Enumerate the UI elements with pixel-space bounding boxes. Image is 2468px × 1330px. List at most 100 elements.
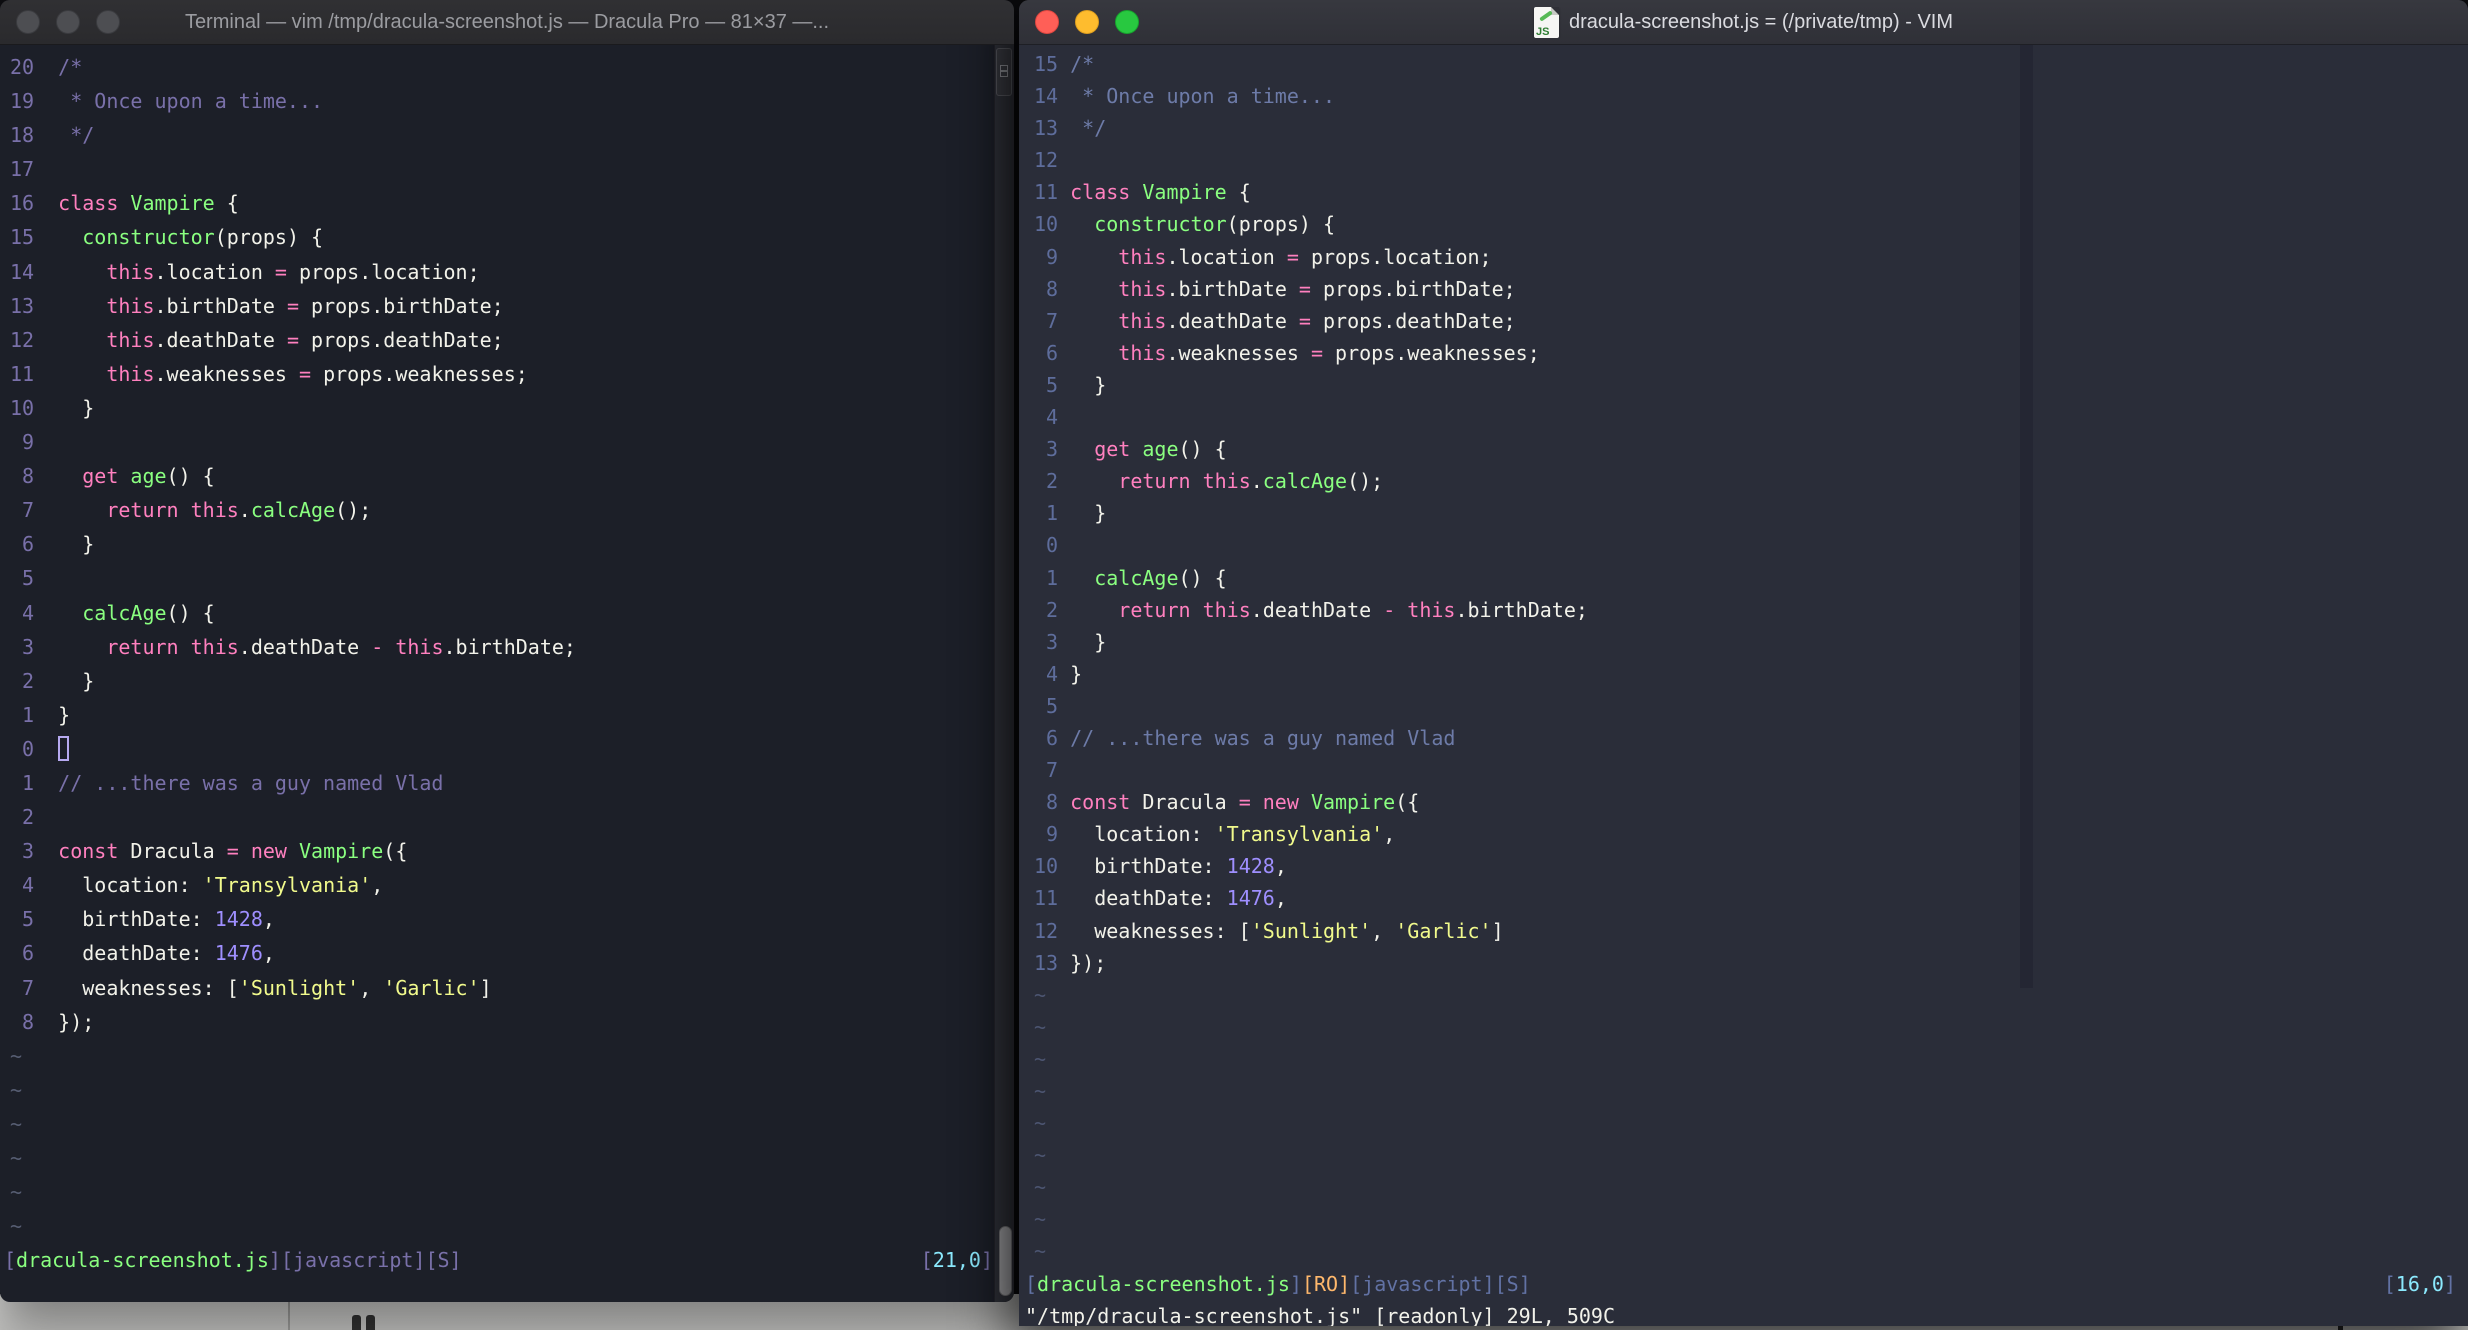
terminal-scrollbar-track[interactable] — [994, 44, 1014, 1302]
empty-line-tilde: ~ — [1019, 1139, 2468, 1171]
line-number: 5 — [1034, 693, 1059, 718]
line-number: 5 — [10, 566, 35, 591]
cursor-position-ruler: [16,0] — [2384, 1268, 2456, 1300]
empty-line-tilde: ~ — [0, 1073, 995, 1107]
split-pane-button[interactable] — [996, 48, 1012, 96]
code-segment: return this — [1118, 469, 1251, 494]
code-line: 5 } — [1019, 369, 2468, 401]
code-line: 6 this.weaknesses = props.weaknesses; — [1019, 337, 2468, 369]
tilde-marker: ~ — [1034, 1046, 1047, 1071]
macvim-titlebar[interactable]: JS dracula-screenshot.js = (/private/tmp… — [1019, 0, 2468, 45]
vim-cursor — [58, 735, 70, 761]
zoom-button[interactable] — [1115, 10, 1139, 34]
minimize-button[interactable] — [1075, 10, 1099, 34]
code-line: 2 return this.calcAge(); — [1019, 465, 2468, 497]
line-number: 4 — [10, 600, 35, 625]
code-segment: Vampire — [1310, 790, 1396, 815]
close-button[interactable] — [1035, 10, 1059, 34]
code-segment: birthDate: — [1070, 854, 1227, 879]
code-segment: .location — [154, 259, 275, 284]
code-segment: // ...there was a guy named Vlad — [58, 770, 444, 795]
code-segment: 'Transylvania' — [202, 873, 372, 898]
code-line: 9 — [0, 425, 995, 459]
close-button[interactable] — [16, 10, 40, 34]
line-number: 1 — [10, 770, 35, 795]
code-segment: age — [1142, 437, 1179, 462]
code-segment: 'Sunlight' — [1250, 918, 1372, 943]
empty-line-tilde: ~ — [0, 1107, 995, 1141]
empty-line-tilde: ~ — [0, 1039, 995, 1073]
code-line: 16 class Vampire { — [0, 186, 995, 220]
code-segment: */ — [1070, 116, 1107, 141]
code-segment: ] — [2443, 1271, 2456, 1296]
code-segment: props.weaknesses; — [311, 361, 528, 386]
code-segment: Vampire — [130, 191, 215, 216]
zoom-button[interactable] — [96, 10, 120, 34]
code-line: 4 location: 'Transylvania', — [0, 868, 995, 902]
code-segment: props.deathDate; — [1310, 308, 1516, 333]
code-segment: () { — [1178, 565, 1227, 590]
code-segment: ({ — [1395, 790, 1420, 815]
minimize-button[interactable] — [56, 10, 80, 34]
terminal-titlebar[interactable]: Terminal — vim /tmp/dracula-screenshot.j… — [0, 0, 1014, 45]
code-segment: this — [395, 634, 444, 659]
code-line: 11 this.weaknesses = props.weaknesses; — [0, 357, 995, 391]
code-segment: weaknesses: [ — [1070, 918, 1251, 943]
code-segment: } — [58, 395, 95, 420]
line-number: 1 — [1034, 501, 1059, 526]
vim-text-area[interactable]: 15/* 14 * Once upon a time... 13 */12 11 cla… — [1019, 44, 2468, 1326]
code-segment: ] — [1289, 1271, 1302, 1296]
code-segment: - — [1383, 597, 1396, 622]
code-line: 15 /* — [1019, 48, 2468, 80]
code-line: 6 // ...there was a guy named Vlad — [1019, 722, 2468, 754]
code-segment: ] — [1491, 918, 1504, 943]
code-segment: age — [130, 464, 167, 489]
code-segment: = — [1298, 276, 1311, 301]
code-segment: } — [58, 702, 71, 727]
code-segment: props.birthDate; — [1310, 276, 1516, 301]
code-line: 4 — [1019, 401, 2468, 433]
code-segment: ] — [980, 1248, 993, 1273]
traffic-lights — [1035, 10, 1139, 34]
tilde-marker: ~ — [10, 1043, 23, 1068]
code-line: 18 */ — [0, 118, 995, 152]
code-segment: (props) { — [214, 225, 324, 250]
code-segment: get — [82, 464, 131, 489]
code-line: 19 * Once upon a time... — [0, 84, 995, 118]
code-line: 13 */ — [1019, 112, 2468, 144]
code-segment: , — [1383, 822, 1396, 847]
line-number: 3 — [10, 839, 35, 864]
line-number: 7 — [10, 498, 35, 523]
code-line: 6 } — [0, 527, 995, 561]
line-number: 9 — [1034, 244, 1059, 269]
line-number: 10 — [1034, 854, 1059, 879]
line-number: 7 — [1034, 758, 1059, 783]
code-segment: location: — [58, 873, 203, 898]
code-segment: . — [1250, 469, 1263, 494]
code-segment: , — [1371, 918, 1396, 943]
line-number: 15 — [10, 225, 35, 250]
line-number: 2 — [10, 805, 35, 830]
line-number: 8 — [10, 1009, 35, 1034]
line-number: 6 — [10, 532, 35, 557]
code-segment: = — [1298, 308, 1311, 333]
terminal-text-area[interactable]: 20/* 19 * Once upon a time... 18 */17 16 cla… — [0, 44, 995, 1302]
terminal-scrollbar-thumb[interactable] — [999, 1226, 1012, 1296]
code-segment: } — [58, 532, 95, 557]
line-number: 1 — [10, 702, 35, 727]
code-line: 7 — [1019, 754, 2468, 786]
code-line: 1 } — [1019, 497, 2468, 529]
code-segment: 'Garlic' — [1395, 918, 1492, 943]
code-line: 7 weaknesses: ['Sunlight', 'Garlic'] — [0, 971, 995, 1005]
tilde-marker: ~ — [10, 1146, 23, 1170]
line-number: 1 — [1034, 565, 1059, 590]
code-line: 10 constructor(props) { — [1019, 208, 2468, 240]
tilde-marker: ~ — [10, 1214, 23, 1239]
empty-line-tilde: ~ — [1019, 979, 2468, 1011]
